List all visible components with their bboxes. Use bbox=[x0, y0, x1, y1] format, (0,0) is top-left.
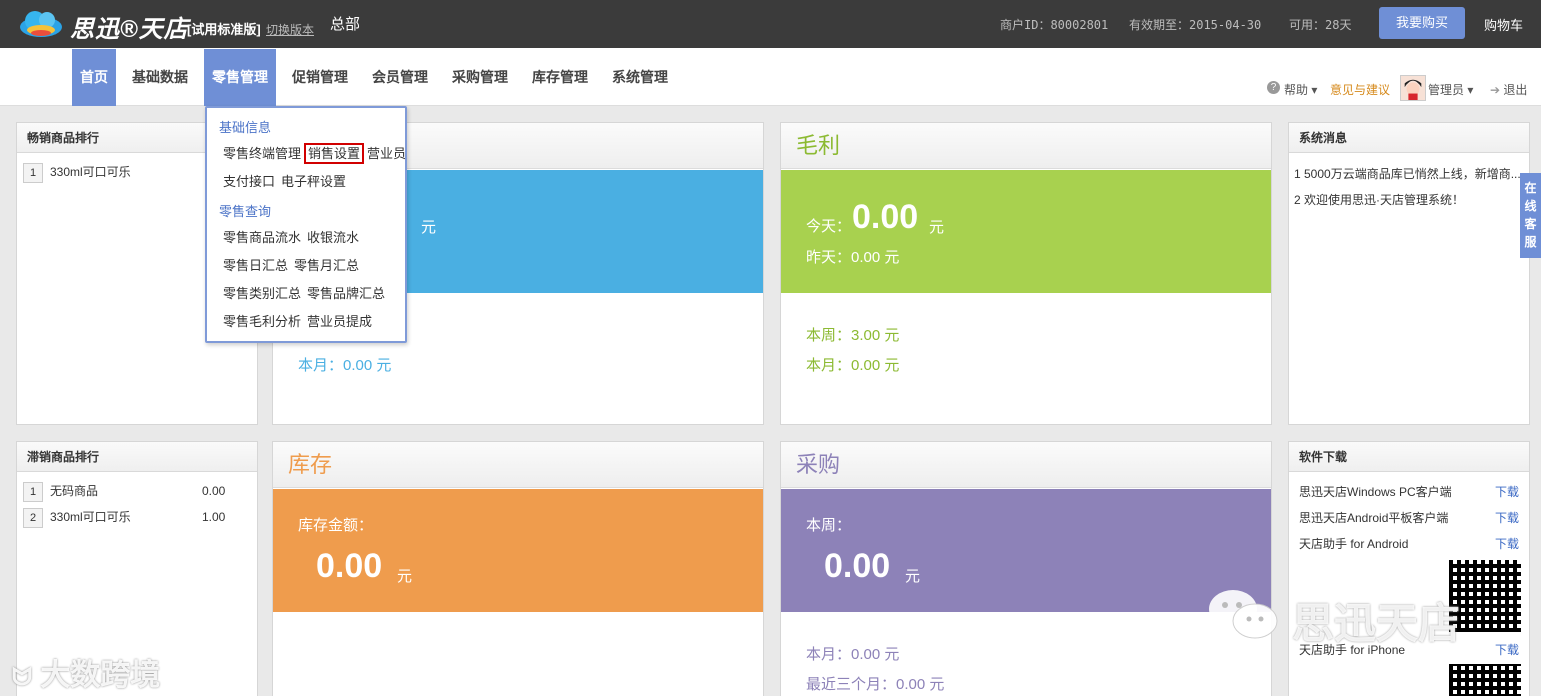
avatar[interactable] bbox=[1400, 75, 1426, 101]
download-item: 思迅天店Android平板客户端 下载 bbox=[1299, 509, 1519, 526]
menu-item-payment[interactable]: 支付接口 bbox=[223, 174, 275, 189]
menu-item-retail-flow[interactable]: 零售商品流水 bbox=[223, 230, 301, 245]
top-bar: 思迅®天店 [试用标准版] 切换版本 总部 商户ID：80002801 有效期至… bbox=[0, 0, 1541, 48]
download-link[interactable]: 下载 bbox=[1495, 535, 1519, 552]
purchase-week-unit: 元 bbox=[905, 568, 921, 585]
slowsellers-title: 滞销商品排行 bbox=[17, 442, 257, 472]
help-link[interactable]: 帮助 ▾ bbox=[1284, 81, 1317, 98]
edition-label: [试用标准版] bbox=[187, 22, 261, 37]
stock-amount-unit: 元 bbox=[397, 568, 413, 585]
list-item: 1 330ml可口可乐 bbox=[23, 162, 131, 183]
profit-today-value: 0.00 bbox=[852, 198, 919, 236]
wechat-icon bbox=[1205, 585, 1285, 648]
sales-month: 本月：0.00 元 bbox=[298, 357, 392, 374]
user-avatar-icon bbox=[1401, 76, 1425, 100]
messages-title: 系统消息 bbox=[1289, 123, 1529, 153]
wechat-watermark: 思迅天店 bbox=[1292, 600, 1461, 647]
nav-purchase[interactable]: 采购管理 bbox=[444, 49, 516, 106]
nav-inventory[interactable]: 库存管理 bbox=[524, 49, 596, 106]
switch-version-link[interactable]: 切换版本 bbox=[266, 21, 314, 38]
stock-panel: 库存 库存金额： 0.00 元 bbox=[272, 441, 764, 696]
download-item: 思迅天店Windows PC客户端 下载 bbox=[1299, 483, 1519, 500]
menu-item-terminal[interactable]: 零售终端管理 bbox=[223, 146, 301, 161]
menu-item-clerk[interactable]: 营业员 bbox=[367, 146, 406, 161]
corner-watermark: ᗢ 大数跨境 bbox=[12, 659, 161, 692]
buy-button[interactable]: 我要购买 bbox=[1379, 7, 1465, 39]
menu-item-commission[interactable]: 营业员提成 bbox=[307, 314, 372, 329]
purchase-month: 本月：0.00 元 bbox=[806, 646, 900, 663]
merchant-id: 商户ID：80002801 bbox=[1000, 18, 1109, 32]
profit-month: 本月：0.00 元 bbox=[806, 357, 900, 374]
logout-icon: ➔ bbox=[1490, 83, 1501, 97]
message-item[interactable]: 2 欢迎使用思迅·天店管理系统！ bbox=[1294, 191, 1464, 208]
brand-name: 思迅®天店 bbox=[70, 16, 189, 43]
purchase-week-label: 本周： bbox=[806, 517, 852, 534]
menu-item-sales-settings[interactable]: 销售设置 bbox=[304, 143, 365, 164]
stock-amount-value: 0.00 bbox=[316, 547, 383, 585]
group-basic-info: 基础信息 bbox=[219, 120, 272, 135]
downloads-panel: 软件下载 思迅天店Windows PC客户端 下载 思迅天店Android平板客户… bbox=[1288, 441, 1530, 696]
cart-link[interactable]: 购物车 bbox=[1484, 15, 1523, 34]
download-link[interactable]: 下载 bbox=[1495, 509, 1519, 526]
menu-item-profit-analysis[interactable]: 零售毛利分析 bbox=[223, 314, 301, 329]
logout-link[interactable]: ➔ 退出 bbox=[1490, 81, 1527, 98]
stock-band: 库存金额： 0.00 元 bbox=[273, 489, 763, 612]
download-item: 天店助手 for Android 下载 bbox=[1299, 535, 1519, 552]
nav-retail[interactable]: 零售管理 bbox=[204, 49, 276, 106]
profit-week: 本周：3.00 元 bbox=[806, 327, 900, 344]
profit-band: 今天： 0.00 元 昨天：0.00 元 bbox=[781, 170, 1271, 293]
main-nav: 首页 基础数据 零售管理 促销管理 会员管理 采购管理 库存管理 系统管理 ? … bbox=[0, 48, 1541, 106]
message-item[interactable]: 1 5000万云端商品库已悄然上线，新增商... bbox=[1294, 165, 1521, 182]
retail-dropdown-menu: 基础信息 零售终端管理 销售设置 营业员 支付接口 电子秤设置 零售查询 零售商品流水… bbox=[205, 106, 407, 343]
nav-home[interactable]: 首页 bbox=[72, 49, 116, 106]
online-service-tab[interactable]: 在线客服 bbox=[1520, 173, 1541, 258]
menu-row: 零售商品流水 收银流水 bbox=[223, 227, 365, 246]
stock-amount-label: 库存金额： bbox=[298, 517, 374, 534]
nav-system[interactable]: 系统管理 bbox=[604, 49, 676, 106]
user-menu[interactable]: 管理员 ▾ bbox=[1428, 81, 1473, 98]
list-item: 1 无码商品 0.00 bbox=[23, 481, 243, 502]
purchase-title: 采购 bbox=[781, 442, 1271, 488]
purchase-three-months: 最近三个月：0.00 元 bbox=[806, 676, 945, 693]
profit-title: 毛利 bbox=[781, 123, 1271, 169]
purchase-week-value: 0.00 bbox=[824, 547, 891, 585]
nav-member[interactable]: 会员管理 bbox=[364, 49, 436, 106]
group-retail-query: 零售查询 bbox=[219, 204, 272, 219]
download-link[interactable]: 下载 bbox=[1495, 483, 1519, 500]
menu-item-monthly-summary[interactable]: 零售月汇总 bbox=[294, 258, 359, 273]
download-link[interactable]: 下载 bbox=[1495, 641, 1519, 658]
purchase-panel: 采购 本周： 0.00 元 本月：0.00 元 最近三个月：0.00 元 bbox=[780, 441, 1272, 696]
menu-item-scale[interactable]: 电子秤设置 bbox=[281, 174, 346, 189]
profit-panel: 毛利 今天： 0.00 元 昨天：0.00 元 本周：3.00 元 本月：0.0… bbox=[780, 122, 1272, 425]
feedback-link[interactable]: 意见与建议 bbox=[1330, 81, 1390, 98]
menu-item-category-summary[interactable]: 零售类别汇总 bbox=[223, 286, 301, 301]
menu-row: 零售类别汇总 零售品牌汇总 bbox=[223, 283, 391, 302]
help-icon[interactable]: ? bbox=[1267, 81, 1280, 94]
days-left: 可用：28天 bbox=[1289, 18, 1352, 32]
menu-row: 零售日汇总 零售月汇总 bbox=[223, 255, 365, 274]
menu-row: 支付接口 电子秤设置 bbox=[223, 171, 352, 190]
qr-code-iphone bbox=[1449, 664, 1521, 696]
downloads-title: 软件下载 bbox=[1289, 442, 1529, 472]
menu-item-daily-summary[interactable]: 零售日汇总 bbox=[223, 258, 288, 273]
nav-basic-data[interactable]: 基础数据 bbox=[124, 49, 196, 106]
menu-item-brand-summary[interactable]: 零售品牌汇总 bbox=[307, 286, 385, 301]
sales-today-unit: 元 bbox=[421, 219, 437, 236]
profit-today-unit: 元 bbox=[929, 219, 945, 236]
nav-promotion[interactable]: 促销管理 bbox=[284, 49, 356, 106]
menu-row: 零售毛利分析 营业员提成 bbox=[223, 311, 378, 330]
menu-item-cash-flow[interactable]: 收银流水 bbox=[307, 230, 359, 245]
cloud-logo-icon bbox=[20, 11, 62, 37]
list-item: 2 330ml可口可乐 1.00 bbox=[23, 507, 243, 528]
store-name: 总部 bbox=[330, 16, 361, 33]
messages-panel: 系统消息 1 5000万云端商品库已悄然上线，新增商... 2 欢迎使用思迅·天… bbox=[1288, 122, 1530, 425]
profit-yesterday: 昨天：0.00 元 bbox=[806, 249, 900, 266]
purchase-band: 本周： 0.00 元 bbox=[781, 489, 1271, 612]
valid-until: 有效期至：2015-04-30 bbox=[1129, 18, 1262, 32]
menu-row: 零售终端管理 销售设置 营业员 bbox=[223, 143, 412, 164]
stock-title: 库存 bbox=[273, 442, 763, 488]
profit-today-label: 今天： bbox=[806, 218, 852, 235]
